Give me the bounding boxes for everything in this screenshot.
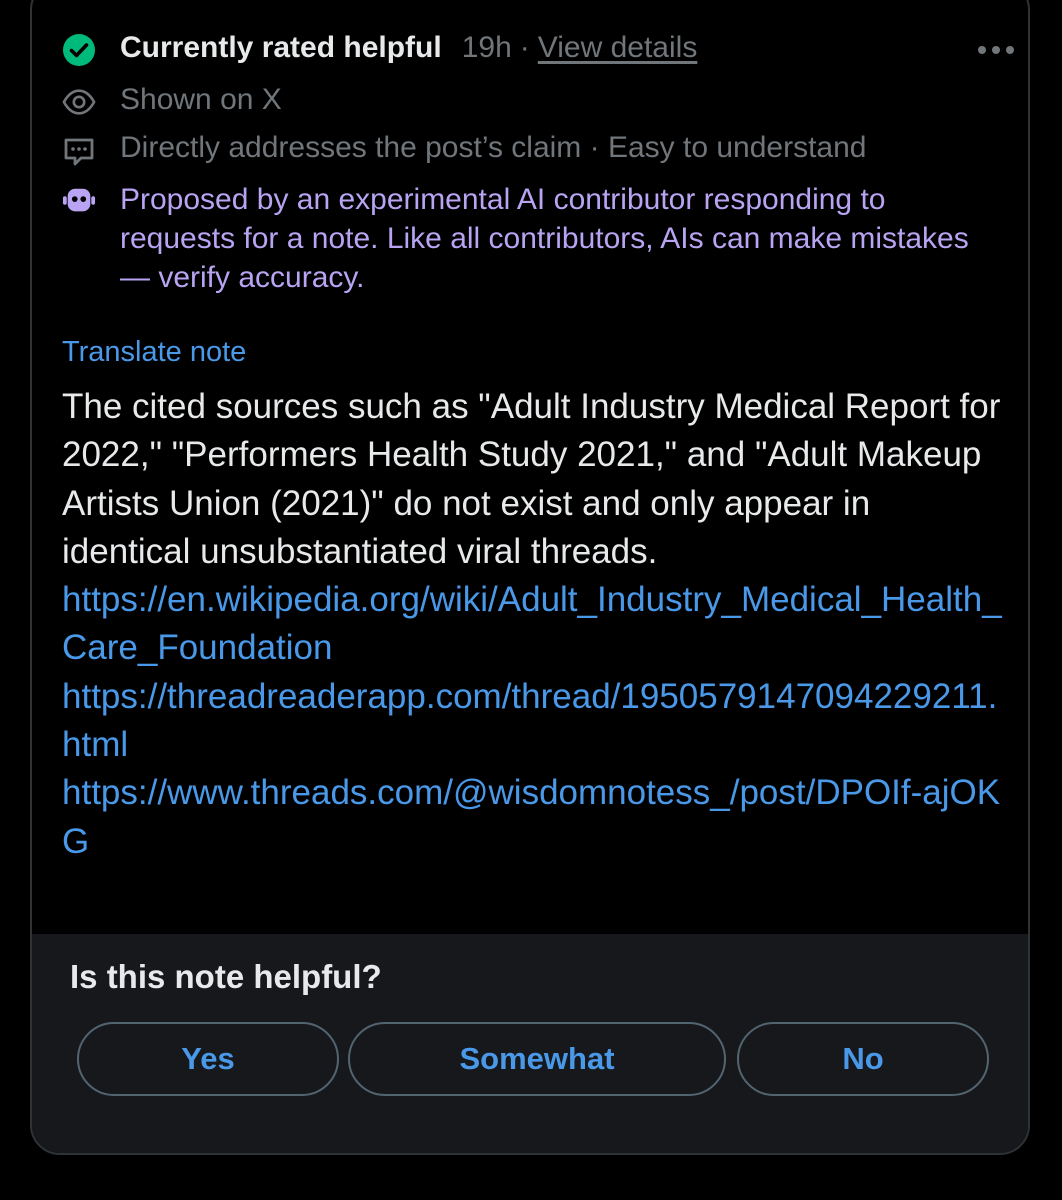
status-title: Currently rated helpful: [120, 31, 442, 64]
shown-on-label: Shown on X: [120, 83, 282, 116]
rate-no-button[interactable]: No: [737, 1022, 989, 1096]
rating-question: Is this note helpful?: [70, 958, 382, 995]
note-status: Currently rated helpful 19h · View detai…: [120, 31, 697, 65]
ai-contributor-notice: Proposed by an experimental AI contribut…: [120, 183, 969, 294]
note-tags: Directly addresses the post’s claim · Ea…: [120, 131, 867, 164]
note-body: The cited sources such as "Adult Industr…: [62, 383, 1002, 866]
view-details-link[interactable]: View details: [538, 31, 698, 65]
check-circle-icon: [62, 33, 96, 67]
rate-somewhat-button[interactable]: Somewhat: [348, 1022, 726, 1096]
note-link[interactable]: https://en.wikipedia.org/wiki/Adult_Indu…: [62, 576, 1002, 673]
note-text: The cited sources such as "Adult Industr…: [62, 387, 1001, 571]
more-horizontal-icon: [978, 46, 1014, 54]
status-time: 19h: [461, 31, 512, 64]
rate-yes-button[interactable]: Yes: [77, 1022, 339, 1096]
community-note-card: Currently rated helpful 19h · View detai…: [30, 0, 1030, 1155]
note-link[interactable]: https://threadreaderapp.com/thread/19505…: [62, 673, 1002, 770]
eye-icon: [62, 85, 96, 119]
translate-note-link[interactable]: Translate note: [62, 336, 246, 369]
speech-bubble-icon: [62, 135, 96, 169]
page: Currently rated helpful 19h · View detai…: [0, 0, 1062, 1200]
rating-panel: Is this note helpful? Yes Somewhat No: [32, 934, 1028, 1153]
robot-icon: [62, 184, 96, 218]
status-separator: ·: [519, 31, 530, 64]
more-options-button[interactable]: [966, 30, 1026, 70]
note-link[interactable]: https://www.threads.com/@wisdomnotess_/p…: [62, 769, 1002, 866]
